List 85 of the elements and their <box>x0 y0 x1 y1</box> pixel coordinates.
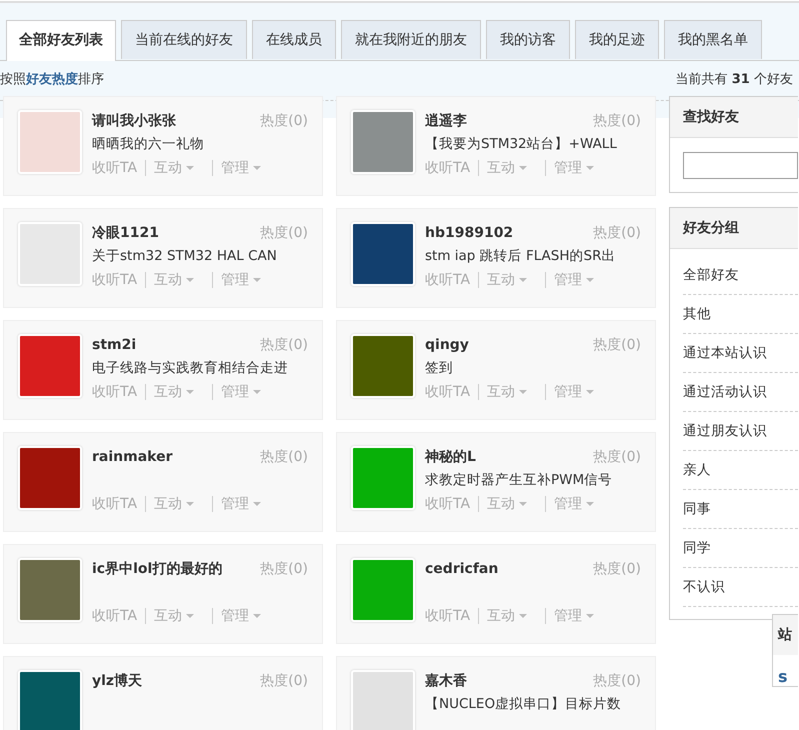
friend-name[interactable]: hb1989102 <box>425 225 514 241</box>
friend-name[interactable]: rainmaker <box>92 449 172 465</box>
panel-title: 站 <box>773 615 798 655</box>
friend-name[interactable]: 逍遥李 <box>425 112 467 130</box>
dropdown-link[interactable]: 互动 <box>487 607 538 625</box>
sort-note: 按照好友热度排序 <box>0 70 104 89</box>
status-text: 【我要为STM32站台】+WALL <box>425 135 618 154</box>
tab[interactable]: 我的足迹 <box>575 20 659 59</box>
dropdown-link[interactable]: 互动 <box>154 383 204 401</box>
link[interactable]: 收听TA <box>425 495 470 513</box>
friend-name[interactable]: 请叫我小张张 <box>92 112 176 130</box>
group-item[interactable]: 通过本站认识 <box>683 334 798 373</box>
heat-score: 热度(0) <box>593 560 641 578</box>
status-text: 【NUCLEO虚拟串口】目标片数 <box>425 695 622 714</box>
dropdown-link[interactable]: 互动 <box>487 495 538 513</box>
link[interactable]: s <box>778 667 788 686</box>
status-text: 晒晒我的六一礼物 <box>92 135 205 154</box>
friend-name[interactable]: ylz博天 <box>92 672 142 690</box>
status-text: 求教定时器产生互补PWM信号 <box>425 471 614 490</box>
friend-name[interactable]: qingy <box>425 337 469 353</box>
dropdown-link[interactable]: 管理 <box>554 271 604 289</box>
dropdown-link[interactable]: 管理 <box>554 159 604 177</box>
link[interactable]: 收听TA <box>92 271 138 289</box>
dropdown-link[interactable]: 管理 <box>221 383 272 401</box>
dropdown-link[interactable]: 互动 <box>154 495 204 513</box>
group-item[interactable]: 通过活动认识 <box>683 373 798 412</box>
dropdown-link[interactable]: 管理 <box>221 607 272 625</box>
dropdown-link[interactable]: 管理 <box>221 271 272 289</box>
friend-name[interactable]: ic界中lol打的最好的 <box>92 560 222 578</box>
search-field[interactable] <box>683 152 798 179</box>
link[interactable]: 收听TA <box>92 383 138 401</box>
link[interactable]: 收听TA <box>425 271 470 289</box>
friend-name[interactable]: 神秘的L <box>425 448 476 466</box>
status-text: stm iap 跳转后 FLASH的SR出 <box>425 247 616 266</box>
heat-score: 热度(0) <box>260 112 308 130</box>
link[interactable]: 收听TA <box>425 383 470 401</box>
heat-score: 热度(0) <box>260 224 308 242</box>
link[interactable]: 收听TA <box>92 159 138 177</box>
group-item[interactable]: 亲人 <box>683 451 798 490</box>
tab[interactable]: 我的访客 <box>486 20 570 59</box>
tab[interactable]: 全部好友列表 <box>6 20 116 61</box>
dropdown-link[interactable]: 互动 <box>154 607 204 625</box>
group-item[interactable]: 全部好友 <box>683 256 798 295</box>
heat-score: 热度(0) <box>593 672 641 690</box>
tab[interactable]: 在线成员 <box>252 20 336 59</box>
dropdown-link[interactable]: 互动 <box>154 271 204 289</box>
friend-count: 当前共有 31 个好友 <box>676 71 794 89</box>
heat-score: 热度(0) <box>260 560 308 578</box>
tab[interactable]: 当前在线的好友 <box>121 20 247 59</box>
friend-name[interactable]: 冷眼1121 <box>92 224 159 242</box>
heat-score: 热度(0) <box>260 672 308 690</box>
link[interactable]: 收听TA <box>425 159 470 177</box>
dropdown-link[interactable]: 互动 <box>487 383 538 401</box>
link[interactable]: 收听TA <box>92 495 138 513</box>
heat-score: 热度(0) <box>593 224 641 242</box>
link[interactable]: 收听TA <box>425 607 470 625</box>
status-text: 电子线路与实践教育相结合走进 <box>92 359 289 378</box>
heat-score: 热度(0) <box>260 448 308 466</box>
dropdown-link[interactable]: 管理 <box>221 159 272 177</box>
group-item[interactable]: 通过朋友认识 <box>683 412 798 451</box>
panel-title: 好友分组 <box>670 208 798 249</box>
dropdown-link[interactable]: 管理 <box>554 383 604 401</box>
group-item[interactable]: 同学 <box>683 529 798 568</box>
dropdown-link[interactable]: 管理 <box>554 495 604 513</box>
dropdown-link[interactable]: 互动 <box>487 159 538 177</box>
link[interactable]: 收听TA <box>92 607 138 625</box>
dropdown-link[interactable]: 互动 <box>154 159 204 177</box>
friend-name[interactable]: cedricfan <box>425 561 498 577</box>
status-text: 关于stm32 STM32 HAL CAN <box>92 247 278 266</box>
group-item[interactable]: 同事 <box>683 490 798 529</box>
dropdown-link[interactable]: 管理 <box>554 607 604 625</box>
group-item[interactable]: 不认识 <box>683 568 798 607</box>
friend-name[interactable]: 嘉木香 <box>425 672 467 690</box>
dropdown-link[interactable]: 互动 <box>487 271 538 289</box>
heat-score: 热度(0) <box>593 112 641 130</box>
heat-score: 热度(0) <box>593 448 641 466</box>
friend-name[interactable]: stm2i <box>92 337 136 353</box>
heat-score: 热度(0) <box>593 336 641 354</box>
status-text: 签到 <box>425 359 454 378</box>
dropdown-link[interactable]: 管理 <box>221 495 272 513</box>
group-item[interactable]: 其他 <box>683 295 798 334</box>
panel-title: 查找好友 <box>670 97 798 138</box>
tab[interactable]: 就在我附近的朋友 <box>341 20 481 59</box>
tab[interactable]: 我的黑名单 <box>664 20 762 59</box>
heat-score: 热度(0) <box>260 336 308 354</box>
